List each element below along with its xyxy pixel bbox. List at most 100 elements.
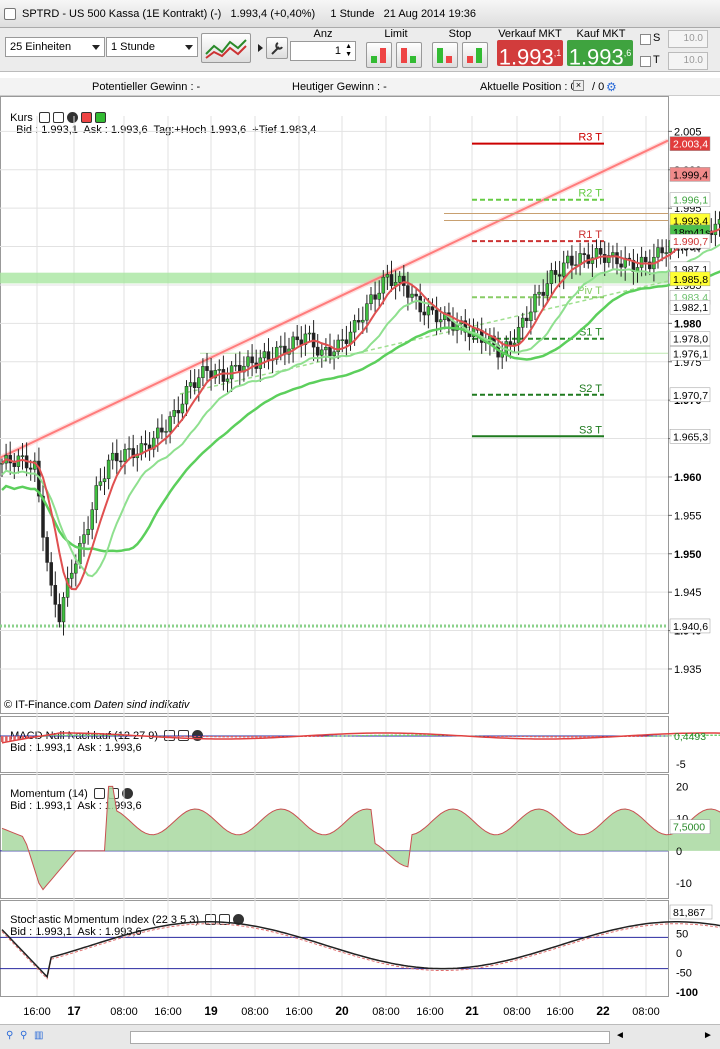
candle-body [459, 320, 463, 325]
candle-body [672, 237, 677, 241]
candle-body [697, 231, 701, 241]
price-label: 1.996,1 [673, 195, 708, 207]
window-icon[interactable] [219, 914, 231, 925]
candle-body [385, 274, 390, 278]
t-checkbox[interactable] [640, 56, 651, 67]
s-checkbox[interactable] [640, 34, 651, 45]
candle-body [205, 366, 209, 371]
macd-histogram-bar [374, 734, 377, 736]
x-tick-label: 16:00 [23, 1006, 51, 1018]
macd-histogram-bar [456, 735, 459, 737]
candle-body [225, 378, 230, 382]
scrollbar-track[interactable] [130, 1031, 610, 1044]
limit-buy-button[interactable] [366, 42, 392, 68]
candle-body [258, 357, 263, 369]
candle-body [504, 341, 509, 354]
bars-icon[interactable]: ▥ [34, 1030, 43, 1041]
macd-histogram-bar [251, 736, 254, 738]
candle-body [422, 311, 427, 316]
candle-body [78, 543, 82, 565]
settings-button[interactable] [266, 37, 288, 59]
sell-mkt-button[interactable]: 1.993,1 [497, 40, 563, 69]
candle-body [283, 345, 287, 355]
macd-histogram-bar [234, 736, 238, 738]
wrench-icon[interactable] [205, 914, 217, 925]
sell-price-decimal: ,1 [553, 48, 562, 58]
candle-body [484, 341, 488, 344]
window-icon[interactable] [107, 788, 119, 799]
candle-body [53, 584, 58, 605]
macd-histogram-bar [673, 735, 676, 737]
window-icon[interactable] [52, 112, 64, 123]
window-icon[interactable] [178, 730, 190, 741]
close-icon[interactable] [192, 730, 204, 741]
buy-arrow-icon[interactable] [94, 112, 106, 123]
stop-sell-button[interactable] [462, 42, 488, 68]
macd-histogram-bar [411, 734, 414, 736]
close-position-icon[interactable]: × [573, 80, 584, 91]
macd-histogram-bar [558, 736, 562, 738]
buy-price: 1.993 [568, 44, 624, 70]
price-label-box [669, 213, 711, 228]
candle-body [254, 362, 258, 369]
candle-body [135, 453, 140, 459]
y-tick-label: 1.960 [674, 472, 702, 484]
candle-body [660, 247, 664, 254]
zoom-out-icon[interactable]: ⚲ [20, 1030, 27, 1041]
chevron-down-icon [92, 45, 100, 50]
price-label: 1.999,4 [673, 169, 708, 181]
price-chart[interactable]: 16:00 17 08:00 16:00 19 08:00 16:00 20 08:00 16:0… [0, 0, 720, 1024]
macd-histogram-bar [435, 734, 439, 736]
wrench-icon[interactable] [93, 788, 105, 799]
wrench-icon[interactable] [38, 112, 50, 123]
scroll-right-icon[interactable]: ► [703, 1030, 713, 1041]
candle-body [33, 460, 37, 470]
x-tick-label: 19 [204, 1004, 218, 1018]
close-icon[interactable] [233, 914, 245, 925]
stop-buy-button[interactable] [432, 42, 458, 68]
close-icon[interactable] [121, 788, 133, 799]
scroll-left-icon[interactable]: ◄ [615, 1030, 625, 1041]
macd-histogram-bar [603, 736, 607, 738]
zoom-icon[interactable]: ⚲ [6, 1030, 13, 1041]
candle-body [418, 295, 422, 313]
period-select[interactable]: 1 Stunde [106, 37, 198, 57]
candle-body [516, 327, 521, 344]
play-icon[interactable] [258, 44, 263, 52]
momentum-y-tick-label: 0 [676, 846, 682, 858]
candle-body [172, 410, 176, 417]
candle-body [373, 294, 377, 300]
smi-panel-name: Stochastic Momentum Index (22 3 5 3) [10, 914, 200, 926]
candle-body [410, 293, 414, 298]
price-label-box [669, 387, 711, 403]
chart-type-button[interactable] [201, 33, 251, 63]
macd-histogram-bar [378, 734, 381, 736]
candle-body [467, 331, 472, 338]
limit-sell-button[interactable] [396, 42, 422, 68]
t-value-field[interactable]: 10.0 [668, 52, 708, 70]
t-label: T [653, 54, 660, 66]
candle-body [127, 448, 131, 450]
candle-body [307, 332, 312, 335]
anz-stepper[interactable]: 1 ▲ ▼ [290, 41, 356, 61]
macd-histogram-bar [587, 736, 590, 738]
anz-label: Anz [313, 28, 333, 40]
stop-sell-icon [467, 48, 482, 63]
candle-body [356, 320, 361, 323]
macd-histogram-bar [308, 736, 311, 737]
time-scrollbar[interactable]: ⚲ ⚲ ▥ ◄ ► [0, 1024, 720, 1049]
candle-body [98, 481, 103, 486]
units-select[interactable]: 25 Einheiten [5, 37, 105, 57]
x-tick-label: 22 [596, 1004, 610, 1018]
macd-histogram-bar [419, 734, 422, 736]
macd-histogram-bar [357, 735, 361, 737]
buy-mkt-button[interactable]: 1.993,6 [567, 40, 633, 70]
stepper-arrows-icon[interactable]: ▲ ▼ [345, 43, 352, 59]
s-value-field[interactable]: 10.0 [668, 30, 708, 48]
sell-arrow-icon[interactable] [80, 112, 92, 123]
close-icon[interactable] [66, 112, 78, 123]
gear-icon[interactable]: ⚙ [606, 80, 617, 94]
candle-body [123, 449, 127, 462]
wrench-icon[interactable] [164, 730, 176, 741]
price-label-box [669, 136, 711, 151]
